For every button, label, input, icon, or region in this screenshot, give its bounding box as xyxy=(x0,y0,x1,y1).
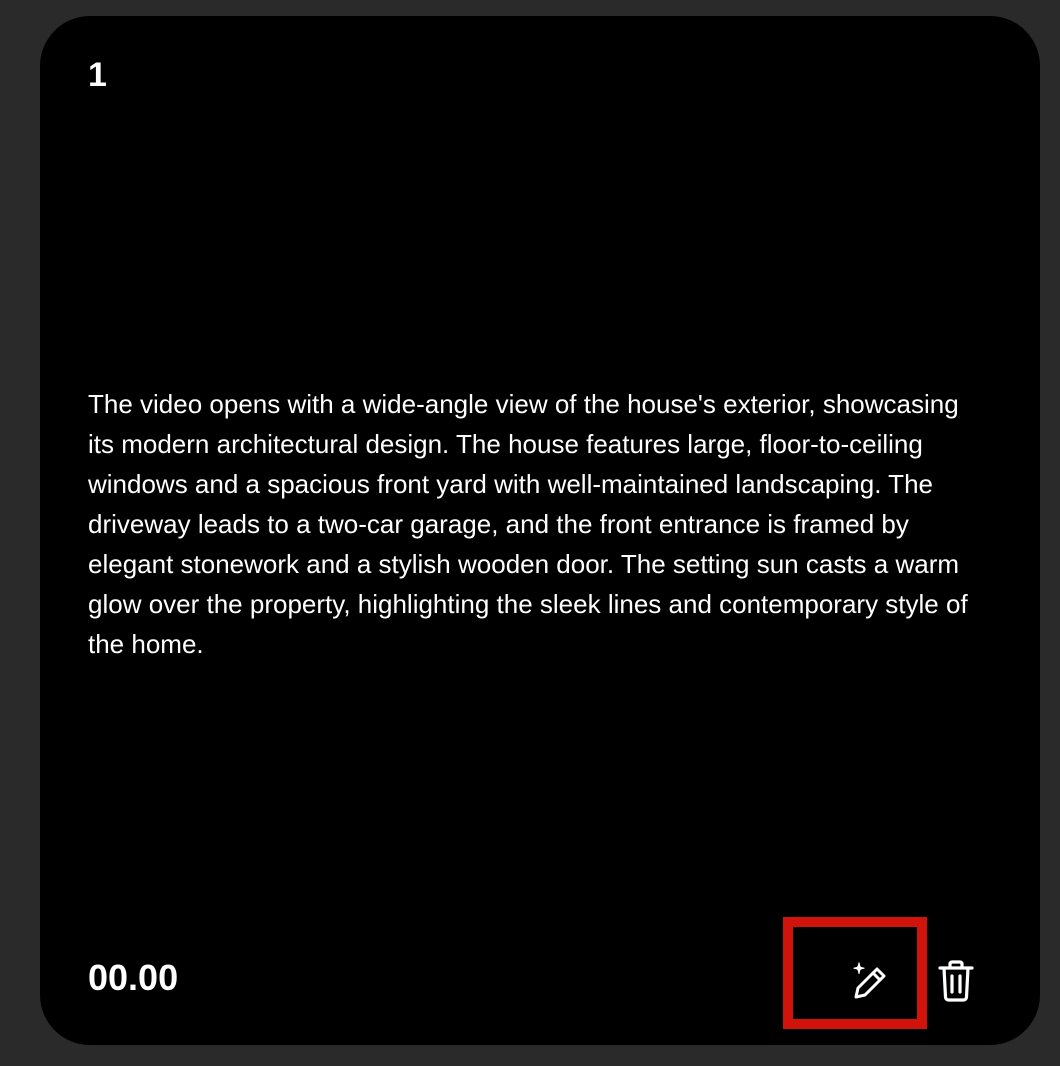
scene-description: The video opens with a wide-angle view o… xyxy=(88,389,968,659)
ai-edit-button[interactable] xyxy=(838,950,900,1012)
scene-timestamp: 00.00 xyxy=(88,957,179,998)
magic-pencil-icon xyxy=(847,959,891,1003)
scene-card: 1 The video opens with a wide-angle view… xyxy=(40,16,1040,1045)
scene-number: 1 xyxy=(88,56,107,94)
trash-icon xyxy=(936,959,976,1003)
delete-button[interactable] xyxy=(928,950,984,1012)
